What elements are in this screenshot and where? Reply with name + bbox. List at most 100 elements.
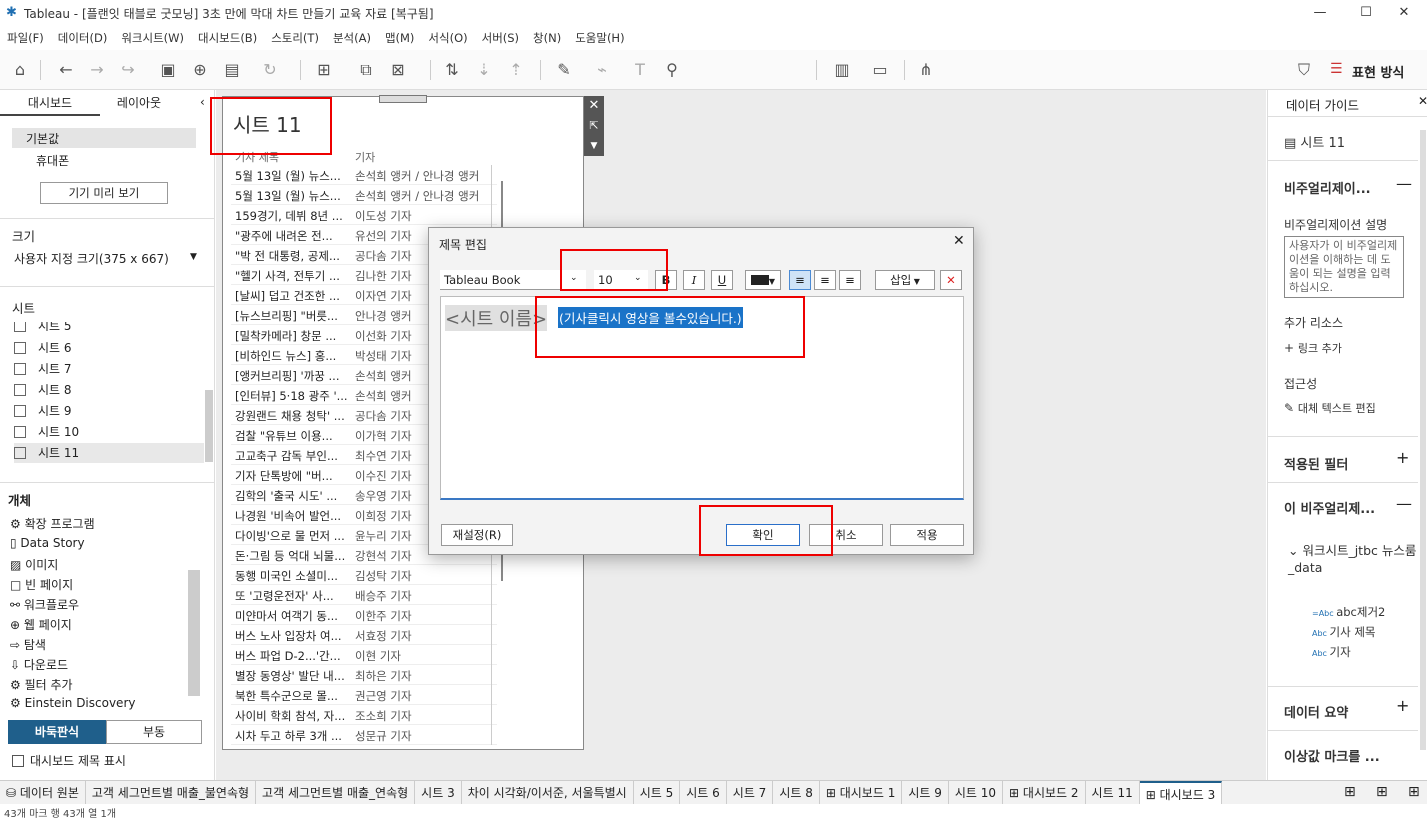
align-left-button[interactable]: ≡ bbox=[789, 270, 811, 290]
menu-server[interactable]: 서버(S) bbox=[475, 26, 526, 50]
sort-asc-icon[interactable]: ⇣ bbox=[472, 58, 496, 82]
menu-help[interactable]: 도움말(H) bbox=[568, 26, 631, 50]
table-row[interactable]: 동행 미국인 소셜미... 김성탁 기자 bbox=[231, 565, 497, 585]
object-download[interactable]: ⇩ 다운로드 bbox=[10, 656, 68, 673]
sheet-tab[interactable]: ⛁ 데이터 원본 bbox=[0, 781, 86, 805]
device-preview-button[interactable]: 기기 미리 보기 bbox=[40, 182, 168, 204]
sheet-tab[interactable]: 시트 6 bbox=[680, 781, 727, 805]
collapse-icon[interactable]: — bbox=[1396, 494, 1412, 513]
object-navigation[interactable]: ⇨ 탐색 bbox=[10, 636, 46, 653]
table-row[interactable]: 또 '고령운전자' 사... 배승주 기자 bbox=[231, 585, 497, 605]
clear-format-button[interactable]: ✕ bbox=[940, 270, 962, 290]
italic-button[interactable]: I bbox=[683, 270, 705, 290]
sheet-tab[interactable]: 차이 시각화/이서준, 서울특별시 bbox=[462, 781, 634, 805]
sheet-item-selected[interactable]: 시트 11 bbox=[14, 443, 204, 463]
floating-button[interactable]: 부동 bbox=[106, 720, 202, 744]
duplicate-icon[interactable]: ⧉ bbox=[354, 58, 378, 82]
minimize-button[interactable]: — bbox=[1297, 0, 1343, 26]
new-sheet-icon[interactable]: ⊞ bbox=[312, 58, 336, 82]
menu-file[interactable]: 파일(F) bbox=[0, 26, 51, 50]
object-image[interactable]: ▨ 이미지 bbox=[10, 556, 58, 573]
size-select[interactable]: 사용자 지정 크기(375 x 667) ▼ bbox=[14, 250, 204, 267]
menu-analysis[interactable]: 분석(A) bbox=[326, 26, 378, 50]
menu-map[interactable]: 맵(M) bbox=[378, 26, 421, 50]
sheet-item[interactable]: 시트 8 bbox=[14, 380, 204, 400]
sheet-tab[interactable]: 시트 3 bbox=[415, 781, 462, 805]
field-item[interactable]: Abc 기자 bbox=[1312, 644, 1351, 660]
size-select[interactable]: 10 ⌄ bbox=[594, 270, 648, 290]
sheet-tab[interactable]: 고객 세그먼트별 매출_불연속형 bbox=[86, 781, 257, 805]
new-dashboard-icon[interactable]: ⊞ bbox=[1376, 784, 1388, 800]
viz-desc-input[interactable]: 사용자가 이 비주얼리제이션을 이해하는 데 도움이 되는 설명을 입력하십시오… bbox=[1284, 236, 1404, 298]
menu-story[interactable]: 스토리(T) bbox=[264, 26, 326, 50]
home-icon[interactable]: ⌂ bbox=[8, 58, 32, 82]
cancel-button[interactable]: 취소 bbox=[809, 524, 883, 546]
object-workflow[interactable]: ⚯ 워크플로우 bbox=[10, 596, 79, 613]
device-default[interactable]: 기본값 bbox=[12, 128, 196, 148]
close-window-button[interactable]: ✕ bbox=[1381, 0, 1427, 26]
menu-format[interactable]: 서식(O) bbox=[421, 26, 474, 50]
alt-text-button[interactable]: ✎ 대체 텍스트 편집 bbox=[1284, 400, 1376, 416]
sort-desc-icon[interactable]: ⇡ bbox=[504, 58, 528, 82]
new-sheet-icon[interactable]: ⊞ bbox=[1344, 784, 1356, 800]
insert-button[interactable]: 삽입 ▼ bbox=[875, 270, 935, 290]
sheet-tab[interactable]: 시트 8 bbox=[773, 781, 820, 805]
object-webpage[interactable]: ⊕ 웹 페이지 bbox=[10, 616, 72, 633]
sheet-tab[interactable]: ⊞ 대시보드 1 bbox=[820, 781, 903, 805]
replay-icon[interactable]: ↪ bbox=[116, 58, 140, 82]
go-to-sheet-icon[interactable]: ⇱ bbox=[584, 116, 604, 136]
color-picker[interactable]: ▼ bbox=[745, 270, 781, 290]
refresh-icon[interactable]: ↻ bbox=[258, 58, 282, 82]
show-me-button[interactable]: 표현 방식 bbox=[1352, 62, 1404, 81]
ok-button[interactable]: 확인 bbox=[726, 524, 800, 546]
swap-icon[interactable]: ⇅ bbox=[440, 58, 464, 82]
table-row[interactable]: 159경기, 데뷔 8년 ... 이도성 기자 bbox=[231, 205, 497, 225]
field-item[interactable]: Abc 기사 제목 bbox=[1312, 624, 1375, 640]
expand-icon[interactable]: + bbox=[1396, 448, 1409, 467]
table-row[interactable]: 별장 동영상' 발단 내... 최하은 기자 bbox=[231, 665, 497, 685]
collapse-icon[interactable]: — bbox=[1396, 174, 1412, 193]
apply-button[interactable]: 적용 bbox=[890, 524, 964, 546]
remove-icon[interactable]: ✕ bbox=[584, 96, 604, 116]
tab-dashboard[interactable]: 대시보드 bbox=[0, 90, 100, 116]
tab-layout[interactable]: 레이아웃 bbox=[100, 90, 178, 116]
object-blank[interactable]: □ 빈 페이지 bbox=[10, 576, 73, 593]
label-icon[interactable]: T bbox=[628, 58, 652, 82]
sheet-tab[interactable]: ⊞ 대시보드 3 bbox=[1139, 781, 1223, 805]
objects-scrollbar[interactable] bbox=[188, 570, 200, 696]
show-cards-icon[interactable]: ▥ bbox=[830, 58, 854, 82]
highlight-icon[interactable]: ✎ bbox=[552, 58, 576, 82]
object-data-story[interactable]: ▯ Data Story bbox=[10, 536, 85, 550]
share-icon[interactable]: ⋔ bbox=[914, 58, 938, 82]
sheet-tab[interactable]: 시트 10 bbox=[949, 781, 1004, 805]
redo-icon[interactable]: → bbox=[85, 58, 109, 82]
align-center-button[interactable]: ≡ bbox=[814, 270, 836, 290]
collapse-icon[interactable]: ‹ bbox=[200, 95, 205, 109]
sheet-tab[interactable]: 시트 9 bbox=[902, 781, 949, 805]
clear-icon[interactable]: ⊠ bbox=[386, 58, 410, 82]
object-filter[interactable]: ⚙ 필터 추가 bbox=[10, 676, 73, 693]
device-phone[interactable]: 휴대폰 bbox=[36, 152, 69, 169]
menu-worksheet[interactable]: 워크시트(W) bbox=[114, 26, 191, 50]
sheet-tab[interactable]: 시트 7 bbox=[727, 781, 774, 805]
show-title-checkbox[interactable]: 대시보드 제목 표시 bbox=[12, 752, 126, 769]
bold-button[interactable]: B bbox=[655, 270, 677, 290]
expand-icon[interactable]: + bbox=[1396, 696, 1409, 715]
data-guide-scrollbar[interactable] bbox=[1420, 130, 1426, 750]
table-row[interactable]: 5월 13일 (월) 뉴스... 손석희 앵커 / 안나경 앵커 bbox=[231, 165, 497, 185]
table-row[interactable]: 북한 특수군으로 몰... 권근영 기자 bbox=[231, 685, 497, 705]
group-icon[interactable]: ⌁ bbox=[590, 58, 614, 82]
table-row[interactable]: 버스 노사 입장차 여... 서효정 기자 bbox=[231, 625, 497, 645]
sheet-tab[interactable]: ⊞ 대시보드 2 bbox=[1003, 781, 1086, 805]
table-row[interactable]: 시차 두고 하루 3개 ... 성문규 기자 bbox=[231, 725, 497, 745]
save-icon[interactable]: ▣ bbox=[156, 58, 180, 82]
underline-button[interactable]: U bbox=[711, 270, 733, 290]
sheet-item[interactable]: 시트 10 bbox=[14, 422, 204, 442]
field-item[interactable]: =Abc abc제거2 bbox=[1312, 604, 1385, 620]
pin-icon[interactable]: ⚲ bbox=[660, 58, 684, 82]
sheet-item[interactable]: 시트 6 bbox=[14, 338, 204, 358]
menu-dashboard[interactable]: 대시보드(B) bbox=[191, 26, 264, 50]
presentation-icon[interactable]: ▭ bbox=[868, 58, 892, 82]
menu-data[interactable]: 데이터(D) bbox=[51, 26, 115, 50]
new-datasource-icon[interactable]: ⊕ bbox=[188, 58, 212, 82]
